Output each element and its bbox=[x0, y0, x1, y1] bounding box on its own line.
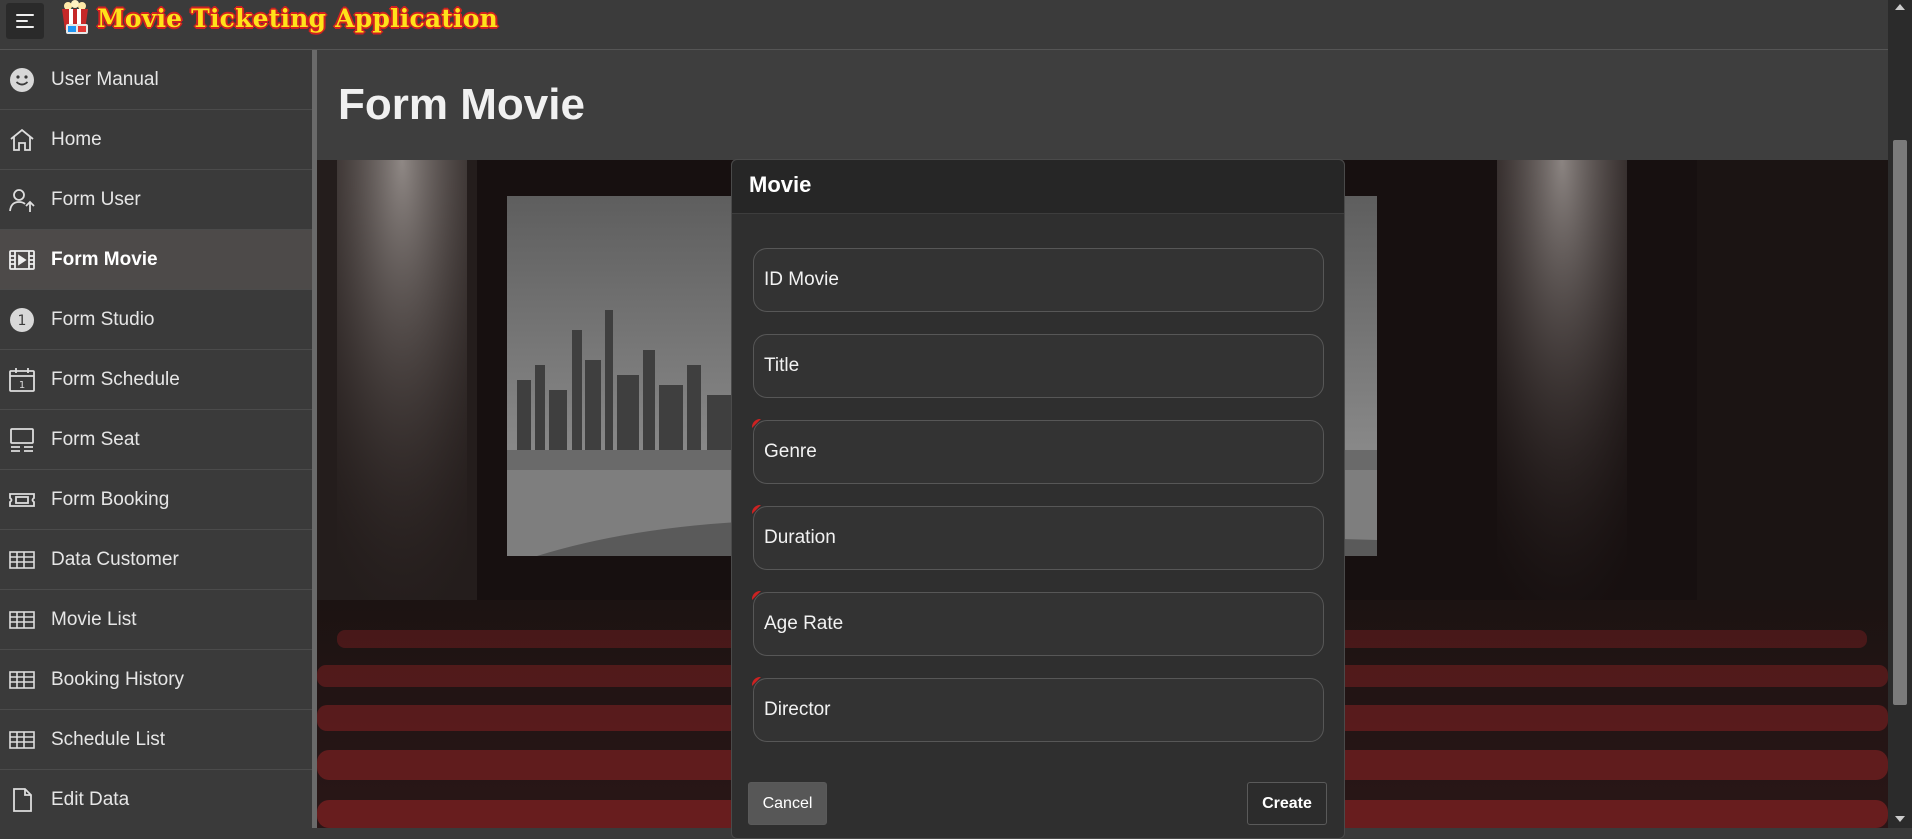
table-icon bbox=[8, 666, 36, 694]
menu-line-icon bbox=[16, 26, 34, 28]
sidebar-item-schedule-list[interactable]: Schedule List bbox=[0, 710, 312, 770]
film-icon bbox=[8, 246, 36, 274]
scroll-down-arrow-icon[interactable] bbox=[1895, 816, 1905, 822]
sidebar-item-movie-list[interactable]: Movie List bbox=[0, 590, 312, 650]
sidebar-item-label: Form Schedule bbox=[51, 368, 180, 390]
sidebar-item-form-booking[interactable]: Form Booking bbox=[0, 470, 312, 530]
svg-text:1: 1 bbox=[19, 380, 25, 391]
cancel-button[interactable]: Cancel bbox=[748, 782, 827, 825]
hamburger-menu-button[interactable] bbox=[6, 3, 44, 39]
menu-line-icon bbox=[16, 14, 34, 16]
dialog-title: Movie bbox=[749, 172, 812, 197]
sidebar-item-label: Movie List bbox=[51, 608, 137, 630]
app-title: Movie Ticketing Application bbox=[97, 4, 499, 33]
top-header: Movie Ticketing Application bbox=[0, 0, 1888, 50]
ticket-icon bbox=[8, 486, 36, 514]
page-title: Form Movie bbox=[338, 80, 585, 129]
table-icon bbox=[8, 606, 36, 634]
required-marker-icon bbox=[752, 419, 764, 431]
field-label: Title bbox=[764, 355, 800, 376]
required-marker-icon bbox=[752, 591, 764, 603]
calendar-icon: 1 bbox=[8, 366, 36, 394]
create-button[interactable]: Create bbox=[1247, 782, 1327, 825]
sidebar-item-label: Data Customer bbox=[51, 548, 179, 570]
sidebar-item-label: Home bbox=[51, 128, 102, 150]
svg-text:1: 1 bbox=[18, 313, 27, 329]
popcorn-3d-glasses-logo bbox=[62, 0, 88, 34]
title-field[interactable]: Title bbox=[753, 334, 1324, 398]
director-field[interactable]: Director bbox=[752, 677, 1324, 742]
id-movie-field[interactable]: ID Movie bbox=[753, 248, 1324, 312]
required-marker-icon bbox=[752, 505, 764, 517]
sidebar-item-data-customer[interactable]: Data Customer bbox=[0, 530, 312, 590]
sidebar-item-edit-data[interactable]: Edit Data bbox=[0, 770, 312, 828]
sidebar-item-form-movie[interactable]: Form Movie bbox=[0, 230, 312, 290]
sidebar-item-form-user[interactable]: Form User bbox=[0, 170, 312, 230]
table-icon bbox=[8, 726, 36, 754]
sidebar-item-label: Form Movie bbox=[51, 248, 158, 270]
smiley-icon bbox=[8, 66, 36, 94]
age-rate-field[interactable]: Age Rate bbox=[752, 591, 1324, 656]
sidebar-item-label: Form Studio bbox=[51, 308, 155, 330]
sidebar-item-label: User Manual bbox=[51, 68, 159, 90]
dialog-header: Movie bbox=[732, 160, 1344, 214]
sidebar-nav: User Manual Home Form User Form Movie 1 … bbox=[0, 50, 312, 828]
sidebar-item-label: Form User bbox=[51, 188, 141, 210]
sidebar-item-label: Form Booking bbox=[51, 488, 170, 510]
movie-form-dialog: Movie ID Movie Title Genre Duration Age … bbox=[731, 159, 1345, 839]
field-label: ID Movie bbox=[764, 269, 839, 290]
page-scrollbar[interactable] bbox=[1888, 0, 1912, 828]
sidebar-item-booking-history[interactable]: Booking History bbox=[0, 650, 312, 710]
duration-field[interactable]: Duration bbox=[752, 505, 1324, 570]
sidebar-item-form-schedule[interactable]: 1 Form Schedule bbox=[0, 350, 312, 410]
scrollbar-thumb[interactable] bbox=[1893, 140, 1907, 705]
sidebar-item-home[interactable]: Home bbox=[0, 110, 312, 170]
user-upload-icon bbox=[8, 186, 36, 214]
sidebar-item-label: Booking History bbox=[51, 668, 185, 690]
monitor-icon bbox=[8, 426, 36, 454]
table-icon bbox=[8, 546, 36, 574]
number-one-icon: 1 bbox=[8, 306, 36, 334]
field-label: Genre bbox=[764, 441, 817, 462]
sidebar-item-user-manual[interactable]: User Manual bbox=[0, 50, 312, 110]
field-label: Duration bbox=[764, 527, 836, 548]
home-icon bbox=[8, 126, 36, 154]
field-label: Director bbox=[764, 699, 831, 720]
sidebar-item-label: Edit Data bbox=[51, 788, 130, 810]
field-label: Age Rate bbox=[764, 613, 844, 634]
genre-field[interactable]: Genre bbox=[752, 419, 1324, 484]
sidebar-item-label: Form Seat bbox=[51, 428, 140, 450]
sidebar-item-form-studio[interactable]: 1 Form Studio bbox=[0, 290, 312, 350]
page-header: Form Movie bbox=[317, 50, 1888, 160]
scroll-up-arrow-icon[interactable] bbox=[1895, 4, 1905, 10]
document-icon bbox=[8, 786, 36, 814]
menu-line-icon bbox=[16, 20, 28, 22]
required-marker-icon bbox=[752, 677, 764, 689]
sidebar-item-label: Schedule List bbox=[51, 728, 166, 750]
sidebar-item-form-seat[interactable]: Form Seat bbox=[0, 410, 312, 470]
